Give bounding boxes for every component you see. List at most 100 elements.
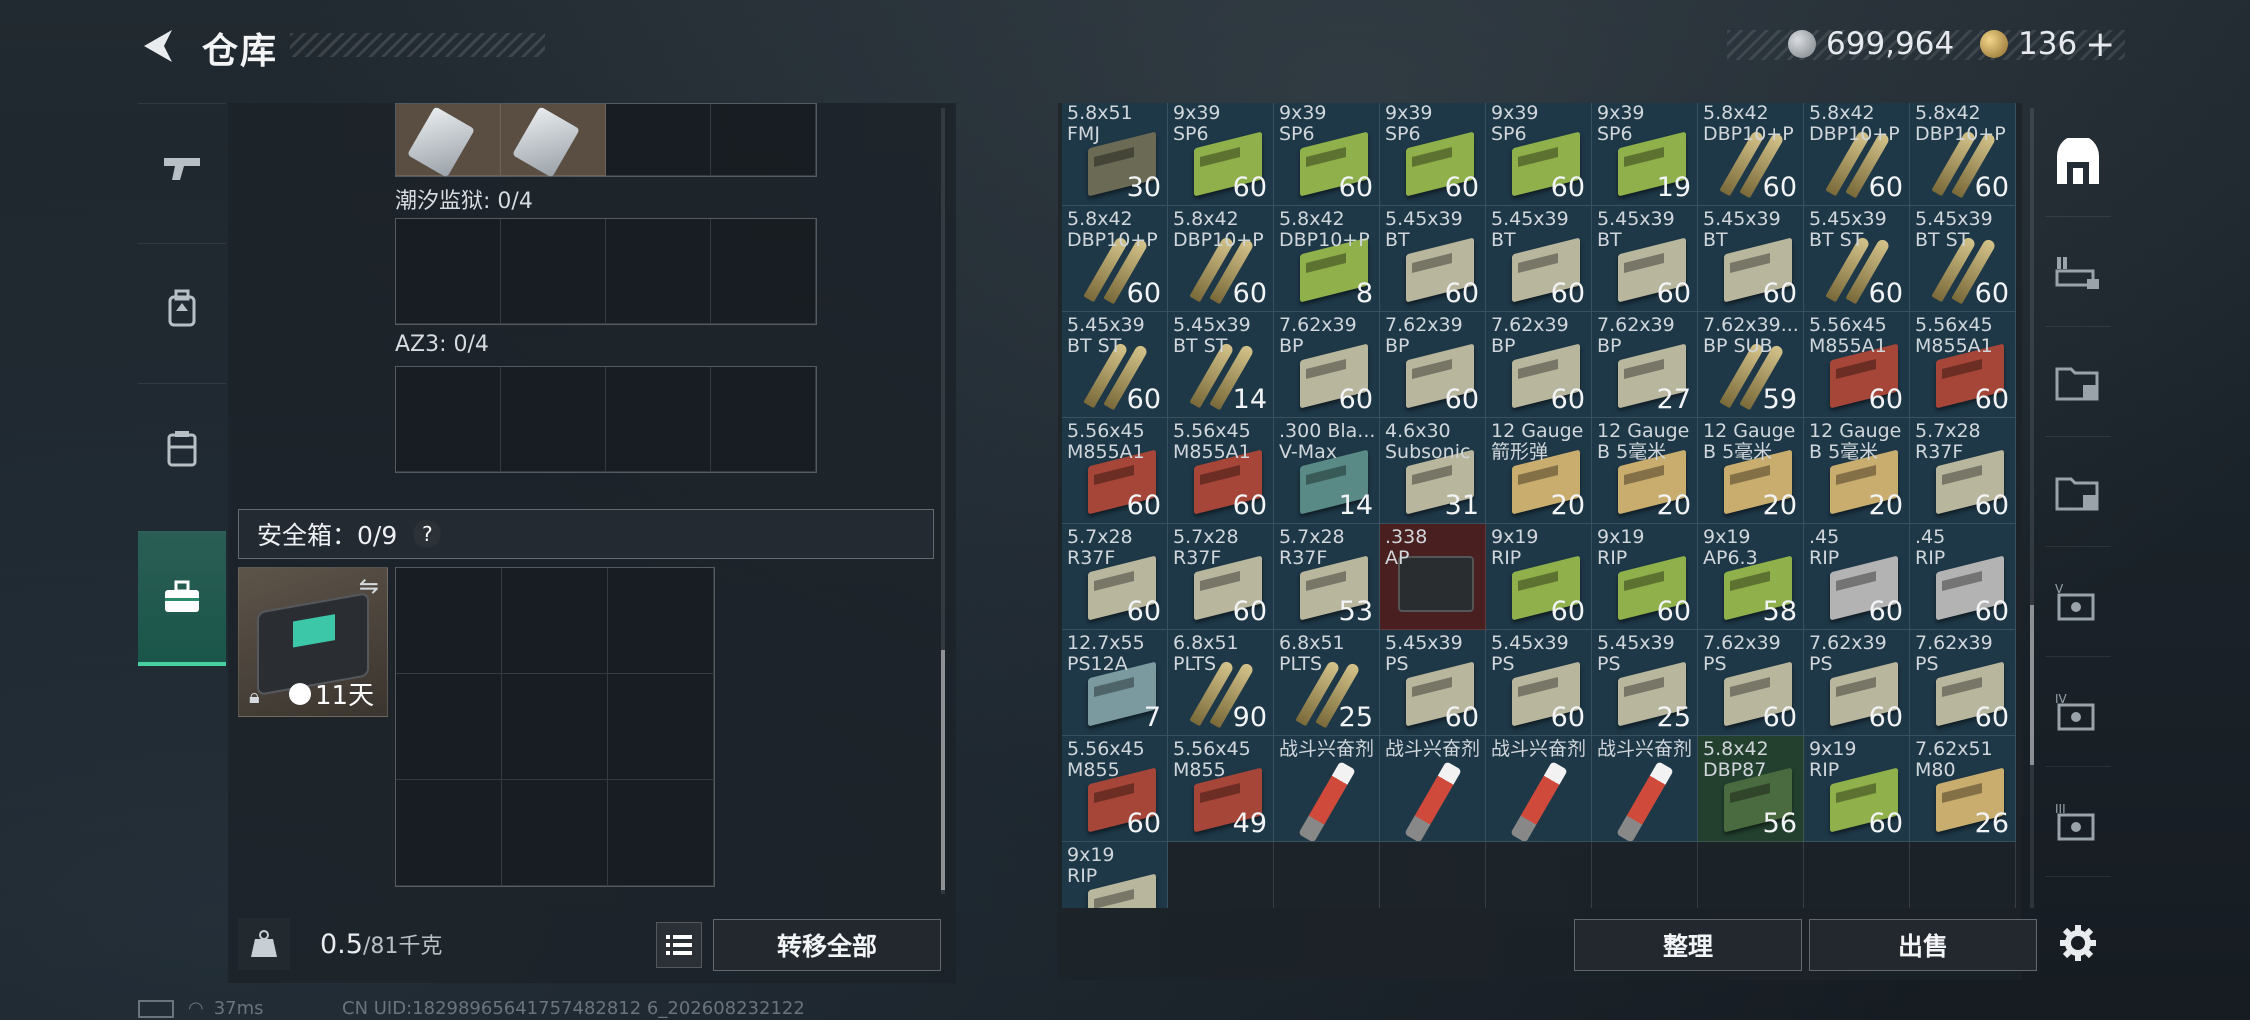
inventory-item[interactable]: 5.45x39 PS 25 xyxy=(1592,630,1698,736)
safebox-slot[interactable] xyxy=(396,780,502,886)
inventory-item[interactable]: 5.45x39 BT ST 60 xyxy=(1910,206,2016,312)
help-button[interactable]: ? xyxy=(413,520,442,548)
empty-slot[interactable] xyxy=(1380,842,1486,908)
inventory-item[interactable]: 7.62x39 BP 27 xyxy=(1592,312,1698,418)
container-slot[interactable] xyxy=(396,367,501,472)
inventory-item[interactable]: 7.62x39... BP SUB 59 xyxy=(1698,312,1804,418)
inventory-item[interactable]: 5.56x45 M855A1 60 xyxy=(1062,418,1168,524)
inventory-item[interactable]: 5.45x39 BT 60 xyxy=(1486,206,1592,312)
inventory-item[interactable]: 战斗兴奋剂 xyxy=(1592,736,1698,842)
tab-weapons[interactable] xyxy=(138,103,226,234)
inventory-item[interactable]: 9x19 RIP 60 xyxy=(1592,524,1698,630)
container-slot[interactable] xyxy=(501,367,606,472)
inventory-item[interactable]: 5.8x42 DBP10+P 8 xyxy=(1274,206,1380,312)
inventory-item[interactable]: 5.45x39 PS 60 xyxy=(1380,630,1486,736)
inventory-item[interactable]: 7.62x39 BP 60 xyxy=(1380,312,1486,418)
safebox-slot[interactable] xyxy=(502,568,608,674)
inventory-item[interactable]: 12 Gauge B 5毫米 20 xyxy=(1592,418,1698,524)
inventory-item[interactable]: .338 AP xyxy=(1380,524,1486,630)
inventory-item[interactable]: 9x39 SP6 60 xyxy=(1380,103,1486,206)
inventory-item[interactable]: 战斗兴奋剂 xyxy=(1274,736,1380,842)
sell-button[interactable]: 出售 xyxy=(1809,919,2037,971)
container-slot[interactable] xyxy=(501,219,606,324)
safebox-slot[interactable] xyxy=(502,780,608,886)
back-arrow-icon[interactable] xyxy=(138,26,178,66)
inventory-item[interactable]: 战斗兴奋剂 xyxy=(1486,736,1592,842)
safebox-slot[interactable] xyxy=(608,568,714,674)
inventory-item[interactable]: 9x39 SP6 60 xyxy=(1274,103,1380,206)
inventory-item[interactable]: .300 Bla... V-Max 14 xyxy=(1274,418,1380,524)
inventory-item[interactable]: 12.7x55 PS12A 7 xyxy=(1062,630,1168,736)
inventory-item[interactable]: 7.62x51 M80 26 xyxy=(1910,736,2016,842)
inventory-item[interactable]: 9x39 SP6 19 xyxy=(1592,103,1698,206)
inventory-item[interactable]: 12 Gauge 箭形弹 20 xyxy=(1486,418,1592,524)
inventory-item[interactable]: 9x39 SP6 60 xyxy=(1168,103,1274,206)
container-slot[interactable] xyxy=(606,219,711,324)
safebox-slot[interactable] xyxy=(608,780,714,886)
container-slot[interactable] xyxy=(711,104,816,176)
inventory-item[interactable]: 5.45x39 BT ST 60 xyxy=(1062,312,1168,418)
inventory-item[interactable]: 9x19 RIP 60 xyxy=(1486,524,1592,630)
transfer-all-button[interactable]: 转移全部 xyxy=(713,919,941,971)
warehouse-tab-6[interactable]: III xyxy=(2045,770,2111,877)
empty-slot[interactable] xyxy=(1274,842,1380,908)
container-slot[interactable] xyxy=(711,367,816,472)
container-slot[interactable] xyxy=(711,219,816,324)
container-slot[interactable] xyxy=(606,367,711,472)
warehouse-tab-5[interactable]: IV xyxy=(2045,660,2111,767)
inventory-item[interactable]: .45 RIP 60 xyxy=(1804,524,1910,630)
inventory-item[interactable]: 7.62x39 PS 60 xyxy=(1698,630,1804,736)
inventory-item[interactable]: .45 RIP 60 xyxy=(1910,524,2016,630)
inventory-item[interactable]: 5.56x45 M855A1 60 xyxy=(1804,312,1910,418)
warehouse-tab-all[interactable] xyxy=(2045,110,2111,217)
container-slot[interactable] xyxy=(501,104,606,178)
inventory-item[interactable]: 5.7x28 R37F 60 xyxy=(1062,524,1168,630)
container-slot[interactable] xyxy=(396,104,501,178)
warehouse-tab-2[interactable] xyxy=(2045,330,2111,437)
container-slot[interactable] xyxy=(396,219,501,324)
list-view-button[interactable] xyxy=(656,922,702,968)
container-slot[interactable] xyxy=(606,104,711,176)
warehouse-tab-3[interactable] xyxy=(2045,440,2111,547)
inventory-item[interactable]: 4.6x30 Subsonic 31 xyxy=(1380,418,1486,524)
inventory-item[interactable]: 战斗兴奋剂 xyxy=(1380,736,1486,842)
inventory-item[interactable]: 5.8x42 DBP10+P 60 xyxy=(1698,103,1804,206)
inventory-item[interactable]: 5.8x42 DBP87 56 xyxy=(1698,736,1804,842)
inventory-item[interactable]: 9x19 RIP xyxy=(1062,842,1168,908)
inventory-item[interactable]: 5.45x39 BT 60 xyxy=(1380,206,1486,312)
warehouse-tab-4[interactable]: V xyxy=(2045,550,2111,657)
inventory-item[interactable]: 5.8x51 FMJ 30 xyxy=(1062,103,1168,206)
swap-icon[interactable]: ⇋ xyxy=(359,572,379,600)
inventory-item[interactable]: 5.45x39 PS 60 xyxy=(1486,630,1592,736)
safebox-slot[interactable] xyxy=(396,674,502,780)
inventory-item[interactable]: 9x19 RIP 60 xyxy=(1804,736,1910,842)
settings-button[interactable] xyxy=(2045,890,2111,996)
inventory-item[interactable]: 7.62x39 PS 60 xyxy=(1804,630,1910,736)
inventory-item[interactable]: 12 Gauge B 5毫米 20 xyxy=(1804,418,1910,524)
empty-slot[interactable] xyxy=(1592,842,1698,908)
inventory-item[interactable]: 7.62x39 PS 60 xyxy=(1910,630,2016,736)
left-scrollbar-thumb[interactable] xyxy=(941,650,945,890)
safebox-slot[interactable] xyxy=(608,674,714,780)
inventory-item[interactable]: 5.7x28 R37F 53 xyxy=(1274,524,1380,630)
inventory-item[interactable]: 5.8x42 DBP10+P 60 xyxy=(1168,206,1274,312)
warehouse-tab-1[interactable] xyxy=(2045,220,2111,327)
inventory-item[interactable]: 5.56x45 M855A1 60 xyxy=(1910,312,2016,418)
inventory-item[interactable]: 9x19 AP6.3 58 xyxy=(1698,524,1804,630)
inventory-item[interactable]: 7.62x39 BP 60 xyxy=(1274,312,1380,418)
right-scrollbar-thumb[interactable] xyxy=(2030,605,2034,765)
inventory-item[interactable]: 7.62x39 BP 60 xyxy=(1486,312,1592,418)
inventory-item[interactable]: 5.45x39 BT 60 xyxy=(1698,206,1804,312)
inventory-item[interactable]: 5.45x39 BT ST 60 xyxy=(1804,206,1910,312)
tab-backpack[interactable] xyxy=(138,243,226,374)
safebox-slot[interactable] xyxy=(396,568,502,674)
inventory-item[interactable]: 5.56x45 M855A1 60 xyxy=(1168,418,1274,524)
empty-slot[interactable] xyxy=(1698,842,1804,908)
inventory-item[interactable]: 5.8x42 DBP10+P 60 xyxy=(1910,103,2016,206)
inventory-item[interactable]: 5.56x45 M855 49 xyxy=(1168,736,1274,842)
inventory-item[interactable]: 5.8x42 DBP10+P 60 xyxy=(1804,103,1910,206)
inventory-item[interactable]: 6.8x51 PLTS 25 xyxy=(1274,630,1380,736)
right-scrollbar-track[interactable] xyxy=(2030,108,2034,908)
inventory-item[interactable]: 5.7x28 R37F 60 xyxy=(1910,418,2016,524)
sort-button[interactable]: 整理 xyxy=(1574,919,1802,971)
